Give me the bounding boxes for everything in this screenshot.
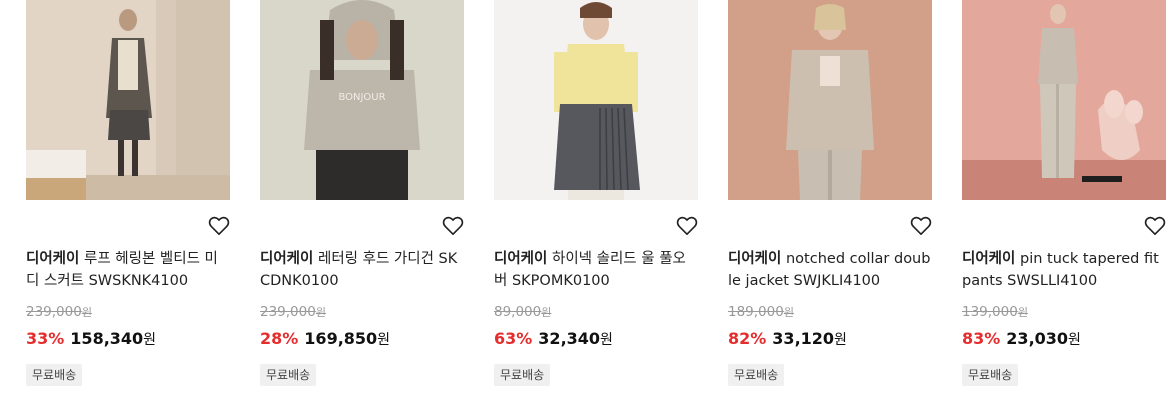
discount-rate: 33% [26,329,65,348]
product-photo-pin-tuck-pants [962,0,1166,200]
original-price: 239,000원 [26,304,92,320]
sale-price: 32,340 [538,329,601,348]
product-card[interactable]: 디어케이 하이넥 솔리드 울 풀오버 SKPOMK0100 89,000원 63… [494,0,698,401]
product-card[interactable]: 디어케이 pin tuck tapered fit pants SWSLLI41… [962,0,1166,401]
product-title[interactable]: 디어케이 pin tuck tapered fit pants SWSLLI41… [962,248,1166,294]
sale-price: 23,030 [1006,329,1069,348]
free-shipping-badge: 무료배송 [260,364,317,386]
free-shipping-badge: 무료배송 [494,364,551,386]
wishlist-heart-icon[interactable] [208,216,230,236]
sale-price-row: 28% 169,850원 [260,329,391,348]
brand-name: 디어케이 [728,251,782,267]
product-image[interactable] [26,0,230,200]
free-shipping-badge: 무료배송 [962,364,1019,386]
original-price: 89,000원 [494,304,552,320]
wishlist-heart-icon[interactable] [1144,216,1166,236]
product-photo-highneck-pullover [494,0,698,200]
free-shipping-badge: 무료배송 [26,364,83,386]
sale-price: 169,850 [304,329,378,348]
product-photo-double-jacket [728,0,932,200]
brand-name: 디어케이 [26,251,80,267]
wishlist-heart-icon[interactable] [676,216,698,236]
sale-price-row: 33% 158,340원 [26,329,157,348]
brand-name: 디어케이 [962,251,1016,267]
free-shipping-badge: 무료배송 [728,364,785,386]
product-card[interactable]: BONJOUR 디어케이 레터링 후드 가디건 SKCDNK0100 239,0… [260,0,464,401]
original-price: 239,000원 [260,304,326,320]
discount-rate: 63% [494,329,533,348]
sale-price-row: 63% 32,340원 [494,329,613,348]
product-title[interactable]: 디어케이 레터링 후드 가디건 SKCDNK0100 [260,248,464,294]
svg-text:BONJOUR: BONJOUR [338,92,385,103]
discount-rate: 82% [728,329,767,348]
product-grid: 디어케이 루프 헤링본 벨티드 미디 스커트 SWSKNK4100 239,00… [0,0,1175,401]
product-photo-herringbone-skirt [26,0,230,200]
product-title[interactable]: 디어케이 루프 헤링본 벨티드 미디 스커트 SWSKNK4100 [26,248,230,294]
brand-name: 디어케이 [260,251,314,267]
brand-name: 디어케이 [494,251,548,267]
sale-price-row: 82% 33,120원 [728,329,847,348]
discount-rate: 28% [260,329,299,348]
sale-price: 158,340 [70,329,144,348]
product-image[interactable]: BONJOUR [260,0,464,200]
product-title[interactable]: 디어케이 notched collar double jacket SWJKLI… [728,248,932,294]
wishlist-heart-icon[interactable] [910,216,932,236]
product-image[interactable] [494,0,698,200]
product-photo-lettering-hood-cardigan: BONJOUR [260,0,464,200]
sale-price: 33,120 [772,329,835,348]
product-card[interactable]: 디어케이 루프 헤링본 벨티드 미디 스커트 SWSKNK4100 239,00… [26,0,230,401]
product-image[interactable] [962,0,1166,200]
sale-price-row: 83% 23,030원 [962,329,1081,348]
discount-rate: 83% [962,329,1001,348]
original-price: 189,000원 [728,304,794,320]
product-image[interactable] [728,0,932,200]
wishlist-heart-icon[interactable] [442,216,464,236]
original-price: 139,000원 [962,304,1028,320]
product-title[interactable]: 디어케이 하이넥 솔리드 울 풀오버 SKPOMK0100 [494,248,698,294]
product-card[interactable]: 디어케이 notched collar double jacket SWJKLI… [728,0,932,401]
